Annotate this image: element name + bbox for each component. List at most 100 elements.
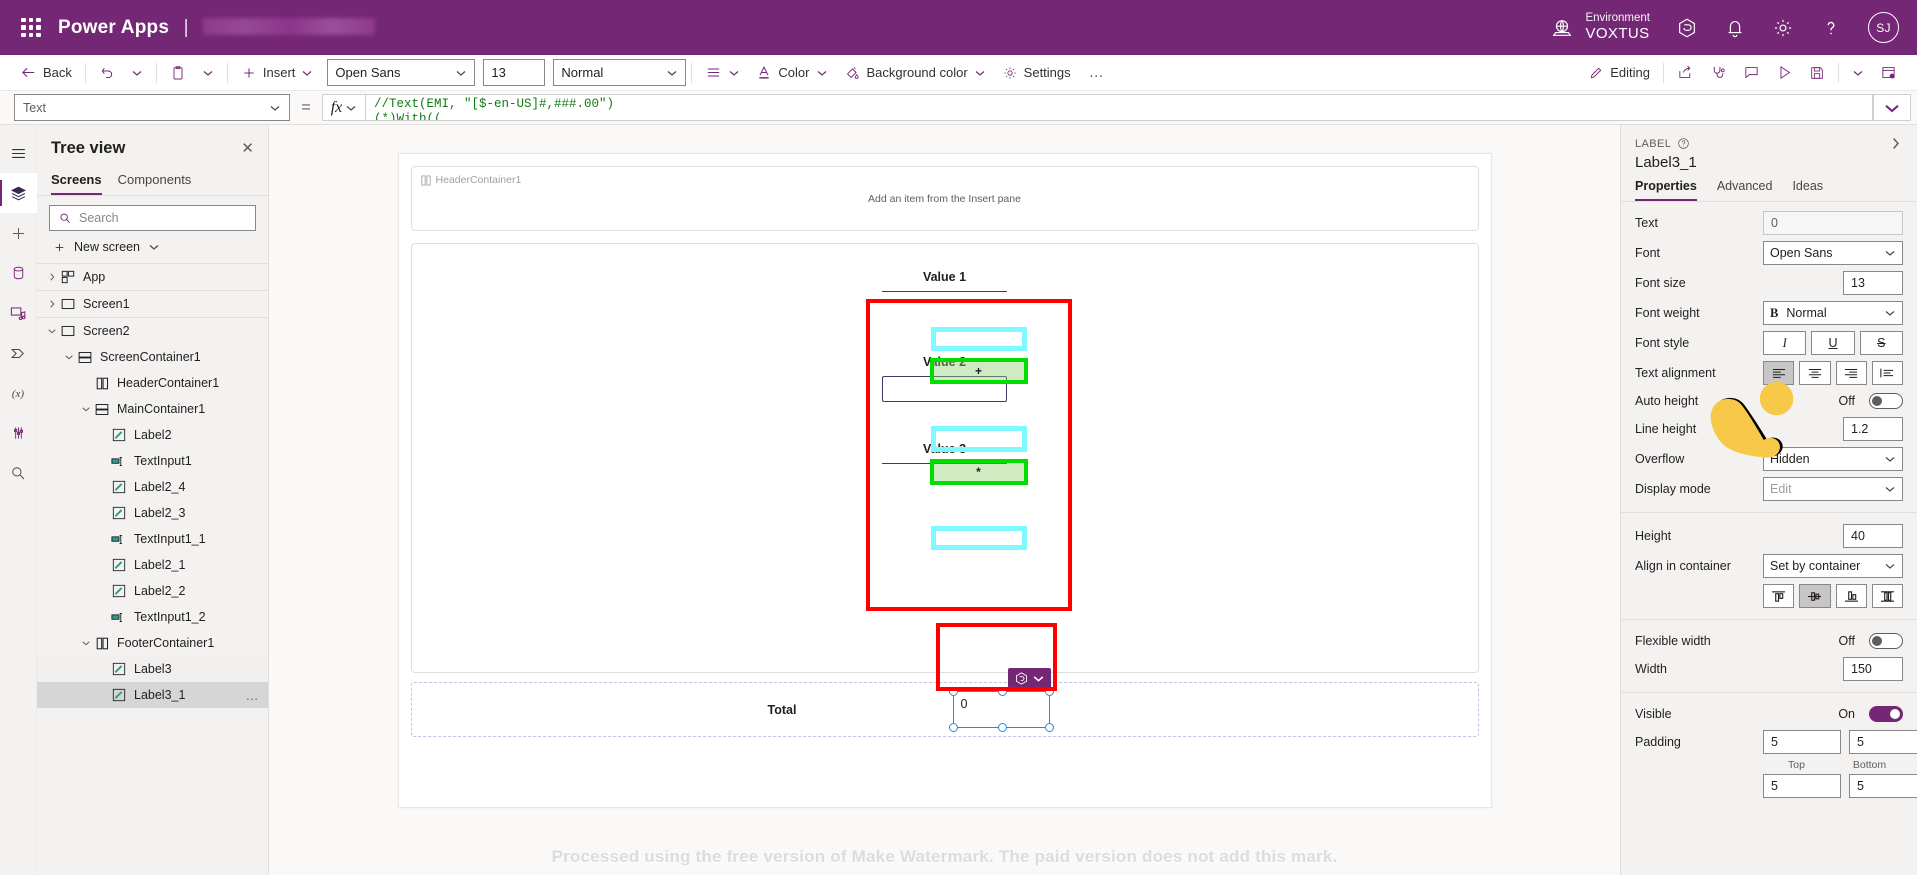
tab-components[interactable]: Components	[118, 168, 192, 195]
play-button[interactable]	[1768, 59, 1801, 87]
display-mode-select[interactable]: Edit	[1763, 477, 1903, 501]
tree-node-label2_1[interactable]: Label2_1	[37, 552, 268, 578]
font-weight-select[interactable]: B Normal	[1763, 301, 1903, 325]
environment-switcher[interactable]: Environment VOXTUS	[1551, 12, 1650, 42]
visible-toggle[interactable]	[1869, 706, 1903, 722]
text-field[interactable]: 0	[1763, 211, 1903, 235]
align-in-container-select[interactable]: Set by container	[1763, 554, 1903, 578]
tree-node-screencontainer1[interactable]: ScreenContainer1	[37, 344, 268, 370]
padding-left-field[interactable]: 5	[1763, 774, 1841, 798]
font-weight-select[interactable]: Normal	[553, 59, 687, 86]
tools-icon[interactable]	[0, 413, 37, 453]
tree-node-label2_2[interactable]: Label2_2	[37, 578, 268, 604]
close-icon[interactable]: ✕	[241, 141, 254, 156]
padding-right-field[interactable]: 5	[1849, 774, 1917, 798]
italic-button[interactable]: I	[1763, 331, 1807, 355]
chevron-right-icon[interactable]	[1888, 136, 1903, 151]
app-canvas[interactable]: HeaderContainer1 Add an item from the In…	[397, 153, 1492, 808]
tree-view-icon[interactable]	[0, 173, 37, 213]
line-height-field[interactable]: 1.2	[1843, 417, 1903, 441]
tab-ideas[interactable]: Ideas	[1792, 179, 1823, 201]
chevron-down-icon[interactable]	[79, 638, 92, 648]
tree-node-label3_1[interactable]: Label3_1…	[37, 682, 268, 708]
help-icon[interactable]	[1820, 17, 1842, 39]
power-automate-icon[interactable]	[0, 333, 37, 373]
formula-expand-button[interactable]	[1873, 94, 1911, 121]
fx-button[interactable]: fx	[322, 94, 366, 121]
text-input-1[interactable]	[882, 291, 1007, 315]
tree-node-textinput1_2[interactable]: TextInput1_2	[37, 604, 268, 630]
font-select[interactable]: Open Sans	[1763, 241, 1903, 265]
align-center-icon[interactable]	[1799, 361, 1831, 385]
flexible-width-toggle[interactable]	[1869, 633, 1903, 649]
auto-height-toggle[interactable]	[1869, 393, 1903, 409]
tree-node-label2_4[interactable]: Label2_4	[37, 474, 268, 500]
selection-badge[interactable]	[1007, 668, 1051, 689]
gear-icon[interactable]	[1772, 17, 1794, 39]
waffle-icon[interactable]	[18, 15, 44, 41]
avatar[interactable]: SJ	[1868, 12, 1899, 43]
editing-mode-button[interactable]: Editing	[1580, 59, 1658, 87]
resize-handle-sw[interactable]	[948, 723, 958, 732]
align-stretch-icon[interactable]	[1871, 584, 1903, 608]
text-align-button[interactable]	[697, 59, 748, 87]
selection-box[interactable]	[948, 668, 1054, 732]
underline-button[interactable]: U	[1811, 331, 1855, 355]
paste-button[interactable]	[162, 59, 194, 87]
data-icon[interactable]	[0, 253, 37, 293]
chevron-down-icon[interactable]	[45, 326, 58, 336]
search-input[interactable]: Search	[49, 205, 256, 231]
undo-button[interactable]	[91, 59, 123, 87]
undo-dropdown[interactable]	[123, 59, 151, 87]
chevron-down-icon[interactable]	[79, 404, 92, 414]
tree-node-more-button[interactable]: …	[246, 688, 261, 703]
align-right-icon[interactable]	[1835, 361, 1867, 385]
tree-node-headercontainer1[interactable]: HeaderContainer1	[37, 370, 268, 396]
tree-node-textinput1_1[interactable]: TextInput1_1	[37, 526, 268, 552]
chevron-right-icon[interactable]	[45, 272, 58, 282]
tree-node-label2_3[interactable]: Label2_3	[37, 500, 268, 526]
publish-button[interactable]	[1872, 59, 1905, 87]
align-justify-icon[interactable]	[1871, 361, 1903, 385]
formula-input[interactable]: //Text(EMI, "[$-en-US]#,###.00") (*)With…	[366, 94, 1873, 121]
tree-node-footercontainer1[interactable]: FooterContainer1	[37, 630, 268, 656]
align-top-icon[interactable]	[1763, 584, 1795, 608]
resize-handle-n[interactable]	[997, 687, 1007, 696]
text-input-2[interactable]	[882, 376, 1007, 402]
tab-properties[interactable]: Properties	[1635, 179, 1697, 201]
padding-top-field[interactable]: 5	[1763, 730, 1841, 754]
font-size-field[interactable]: 13	[1843, 271, 1903, 295]
height-field[interactable]: 40	[1843, 524, 1903, 548]
insert-plus-icon[interactable]	[0, 213, 37, 253]
tab-screens[interactable]: Screens	[51, 168, 102, 195]
resize-handle-nw[interactable]	[948, 687, 958, 696]
paste-dropdown[interactable]	[194, 59, 222, 87]
tree-node-screen2[interactable]: Screen2	[37, 318, 268, 344]
variables-icon[interactable]: (x)	[0, 373, 37, 413]
tab-advanced[interactable]: Advanced	[1717, 179, 1773, 201]
resize-handle-s[interactable]	[997, 723, 1007, 732]
width-field[interactable]: 150	[1843, 657, 1903, 681]
test-button[interactable]	[1702, 59, 1735, 87]
help-circle-icon[interactable]	[1677, 137, 1690, 150]
share-button[interactable]	[1669, 59, 1702, 87]
resize-handle-se[interactable]	[1044, 723, 1054, 732]
tree-node-app[interactable]: App	[37, 264, 268, 290]
copilot-icon[interactable]	[1676, 17, 1698, 39]
tree-node-screen1[interactable]: Screen1	[37, 291, 268, 317]
property-select[interactable]: Text	[14, 94, 290, 121]
search-icon[interactable]	[0, 453, 37, 493]
overflow-select[interactable]: Hidden	[1763, 447, 1903, 471]
save-dropdown[interactable]	[1844, 59, 1872, 87]
strikethrough-button[interactable]: S	[1859, 331, 1903, 355]
chevron-down-icon[interactable]	[62, 352, 75, 362]
chevron-right-icon[interactable]	[45, 299, 58, 309]
back-button[interactable]: Back	[12, 59, 80, 87]
new-screen-button[interactable]: New screen	[37, 235, 268, 264]
font-size-select[interactable]: 13	[483, 59, 546, 86]
more-commands-button[interactable]: …	[1079, 60, 1116, 85]
footer-container[interactable]: Total 0	[410, 668, 1479, 737]
comment-button[interactable]	[1735, 59, 1768, 87]
align-middle-icon[interactable]	[1799, 584, 1831, 608]
align-left-icon[interactable]	[1763, 361, 1795, 385]
